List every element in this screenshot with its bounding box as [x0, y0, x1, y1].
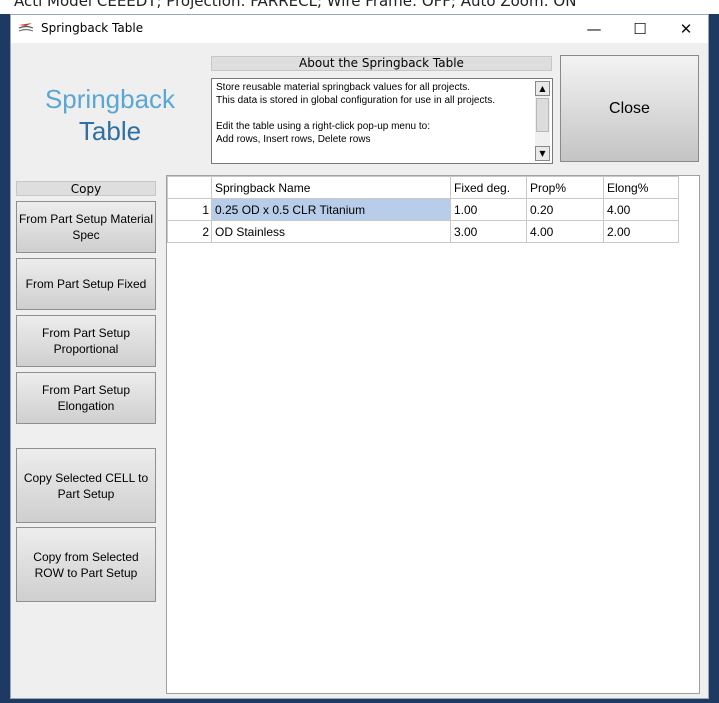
scroll-up-arrow-icon[interactable]: ▲: [535, 81, 550, 96]
from-proportional-button[interactable]: From Part Setup Proportional: [16, 315, 156, 367]
row-number[interactable]: 2: [167, 220, 212, 243]
app-icon: [18, 23, 34, 32]
scroll-thumb[interactable]: [536, 98, 549, 132]
logo-line-1: Springback: [44, 84, 176, 114]
copy-selected-cell-button[interactable]: Copy Selected CELL to Part Setup: [16, 448, 156, 523]
about-scrollbar[interactable]: ▲ ▼: [535, 81, 550, 161]
copy-selected-row-button[interactable]: Copy from Selected ROW to Part Setup: [16, 527, 156, 602]
springback-grid[interactable]: Springback Name Fixed deg. Prop% Elong% …: [166, 175, 700, 694]
from-elongation-button[interactable]: From Part Setup Elongation: [16, 372, 156, 424]
table-row[interactable]: 1 0.25 OD x 0.5 CLR Titanium 1.00 0.20 4…: [167, 198, 679, 221]
column-header-name[interactable]: Springback Name: [211, 176, 451, 199]
cell-prop[interactable]: 4.00: [526, 220, 604, 243]
row-number[interactable]: 1: [167, 198, 212, 221]
from-fixed-button[interactable]: From Part Setup Fixed: [16, 258, 156, 310]
cell-fixed-deg[interactable]: 3.00: [450, 220, 527, 243]
column-header-elong[interactable]: Elong%: [603, 176, 679, 199]
column-header-row-number[interactable]: [167, 176, 212, 199]
cell-prop[interactable]: 0.20: [526, 198, 604, 221]
minimize-button[interactable]: —: [571, 15, 617, 43]
maximize-button[interactable]: ☐: [617, 15, 663, 43]
cell-springback-name[interactable]: OD Stainless: [211, 220, 451, 243]
window-close-button[interactable]: ✕: [663, 15, 708, 43]
dialog-body: Springback Table About the Springback Ta…: [11, 43, 708, 698]
background-app-strip: Acti Model CEEEDT; Projection: FARRECL; …: [0, 0, 719, 14]
column-header-fixed[interactable]: Fixed deg.: [450, 176, 527, 199]
cell-fixed-deg[interactable]: 1.00: [450, 198, 527, 221]
logo-line-2: Table: [78, 116, 142, 146]
title-bar[interactable]: Springback Table — ☐ ✕: [11, 15, 708, 43]
from-material-spec-button[interactable]: From Part Setup Material Spec: [16, 201, 156, 253]
table-row[interactable]: 2 OD Stainless 3.00 4.00 2.00: [167, 220, 679, 243]
cell-elong[interactable]: 2.00: [603, 220, 679, 243]
cell-elong[interactable]: 4.00: [603, 198, 679, 221]
scroll-down-arrow-icon[interactable]: ▼: [535, 146, 550, 161]
about-text: Store reusable material springback value…: [216, 82, 496, 145]
window-title: Springback Table: [41, 21, 144, 35]
background-status-text: Acti Model CEEEDT; Projection: FARRECL; …: [14, 0, 577, 10]
header-row: Springback Name Fixed deg. Prop% Elong%: [167, 176, 679, 199]
copy-header: Copy: [16, 181, 156, 196]
cell-springback-name[interactable]: 0.25 OD x 0.5 CLR Titanium: [211, 198, 451, 221]
about-header: About the Springback Table: [211, 56, 552, 71]
column-header-prop[interactable]: Prop%: [526, 176, 604, 199]
springback-table: Springback Name Fixed deg. Prop% Elong% …: [167, 176, 679, 243]
about-textbox[interactable]: Store reusable material springback value…: [211, 78, 553, 164]
springback-logo: Springback Table: [11, 83, 209, 147]
springback-table-window: Springback Table — ☐ ✕ Springback Table …: [10, 14, 709, 699]
close-button[interactable]: Close: [560, 55, 699, 162]
